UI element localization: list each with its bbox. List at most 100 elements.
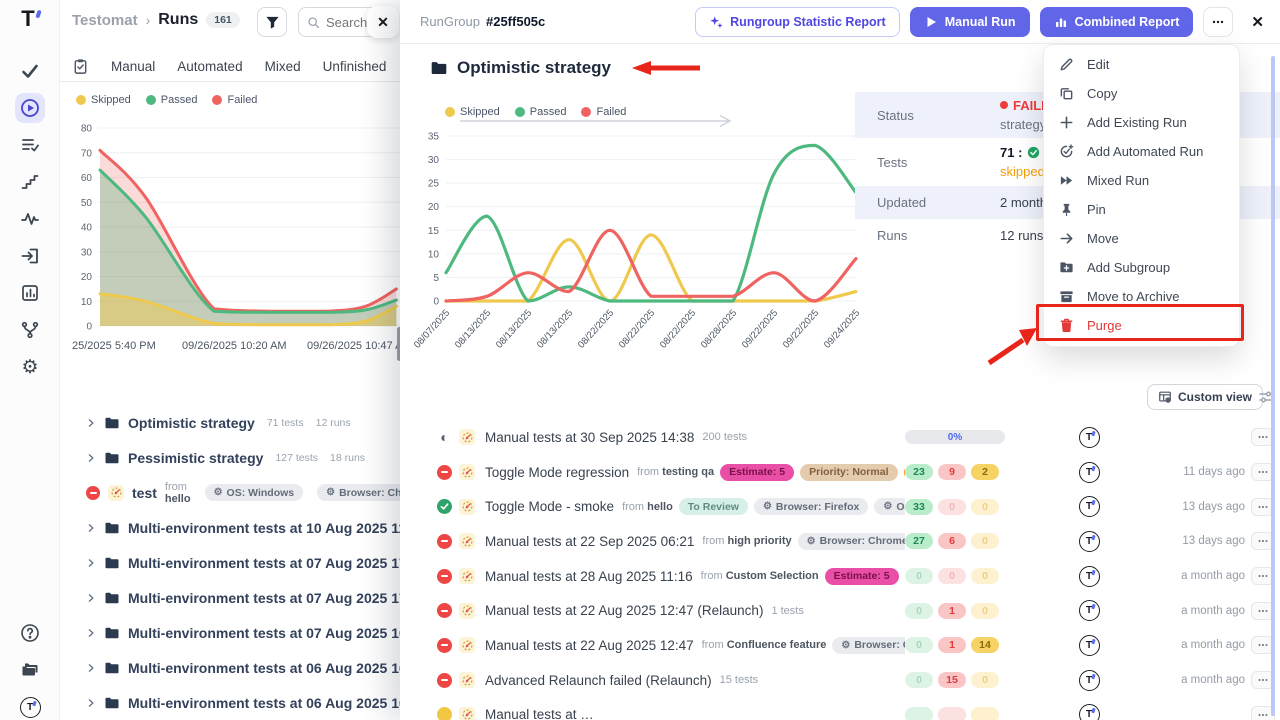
menu-item-add-subgroup[interactable]: Add Subgroup xyxy=(1044,253,1239,282)
rungroup-trend-chart: 0510152025303508/07/202508/13/202508/13/… xyxy=(408,126,868,358)
avatar[interactable]: T xyxy=(1079,427,1100,448)
filter-button[interactable] xyxy=(257,7,287,37)
manual-run-icon xyxy=(108,485,124,501)
chevron-right-icon[interactable] xyxy=(86,523,96,533)
run-title[interactable]: Manual tests at … xyxy=(485,707,594,720)
menu-item-add-automated-run[interactable]: Add Automated Run xyxy=(1044,137,1239,166)
menu-item-move[interactable]: Move xyxy=(1044,224,1239,253)
chevron-right-icon[interactable] xyxy=(86,593,96,603)
sidebar-item-help[interactable] xyxy=(15,618,45,648)
badge: Priority: Normal xyxy=(800,464,897,481)
group-name[interactable]: Multi-environment tests at 07 Aug 2025 1… xyxy=(128,625,427,641)
group-name[interactable]: Optimistic strategy xyxy=(128,415,255,431)
more-options-button[interactable] xyxy=(1203,7,1233,37)
run-row[interactable]: Advanced Relaunch failed (Relaunch)15 te… xyxy=(400,663,1280,698)
avatar[interactable]: T xyxy=(1079,531,1100,552)
tab-mixed[interactable]: Mixed xyxy=(265,59,301,74)
tab-automated[interactable]: Automated xyxy=(177,59,242,74)
run-title[interactable]: Toggle Mode - smoke xyxy=(485,499,614,514)
run-row[interactable]: Manual tests at 22 Aug 2025 12:47from Co… xyxy=(400,628,1280,663)
group-name[interactable]: Multi-environment tests at 07 Aug 2025 1… xyxy=(128,555,427,571)
menu-item-move-to-archive[interactable]: Move to Archive xyxy=(1044,282,1239,311)
run-group-row[interactable]: Optimistic strategy71 tests12 runs xyxy=(60,405,401,440)
copy-icon xyxy=(1059,86,1074,101)
run-row[interactable]: Manual tests at 22 Sep 2025 06:21from hi… xyxy=(400,524,1280,559)
combined-report-button[interactable]: Combined Report xyxy=(1040,7,1194,37)
sidebar-item-pulse[interactable] xyxy=(15,204,45,234)
chevron-right-icon[interactable] xyxy=(86,558,96,568)
menu-item-copy[interactable]: Copy xyxy=(1044,79,1239,108)
sidebar-item-plans[interactable] xyxy=(15,130,45,160)
group-name[interactable]: Pessimistic strategy xyxy=(128,450,263,466)
run-title[interactable]: Manual tests at 30 Sep 2025 14:38 xyxy=(485,430,694,445)
menu-item-edit[interactable]: Edit xyxy=(1044,50,1239,79)
run-title[interactable]: Manual tests at 22 Aug 2025 12:47 (Relau… xyxy=(485,603,763,618)
sidebar-item-branches[interactable] xyxy=(15,315,45,345)
run-group-row[interactable]: Multi-environment tests at 07 Aug 2025 1… xyxy=(60,580,401,615)
run-group-row[interactable]: Multi-environment tests at 07 Aug 2025 1… xyxy=(60,615,401,650)
run-row[interactable]: Toggle Mode regressionfrom testing qaEst… xyxy=(400,455,1280,490)
menu-item-add-existing-run[interactable]: Add Existing Run xyxy=(1044,108,1239,137)
sidebar-item-runs[interactable] xyxy=(15,93,45,123)
menu-item-purge[interactable]: Purge xyxy=(1044,311,1239,340)
avatar[interactable]: T xyxy=(1079,704,1100,720)
run-row[interactable]: ◐Manual tests at 30 Sep 2025 14:38200 te… xyxy=(400,420,1280,455)
avatar[interactable]: T xyxy=(1079,496,1100,517)
breadcrumb-project[interactable]: Testomat xyxy=(72,12,138,29)
run-row[interactable]: Manual tests at 22 Aug 2025 12:47 (Relau… xyxy=(400,593,1280,628)
avatar[interactable]: T xyxy=(1079,566,1100,587)
group-title-row: Optimistic strategy xyxy=(430,58,702,78)
tab-manual[interactable]: Manual xyxy=(111,59,155,74)
avatar[interactable]: T xyxy=(1079,462,1100,483)
folder-icon xyxy=(104,695,120,711)
custom-view-button[interactable]: Custom view xyxy=(1147,384,1263,410)
chevron-right-icon[interactable] xyxy=(86,418,96,428)
run-group-row[interactable]: Multi-environment tests at 10 Aug 2025 1… xyxy=(60,510,401,545)
rungroup-statistic-report-button[interactable]: Rungroup Statistic Report xyxy=(695,7,900,37)
run-row[interactable]: Toggle Mode - smokefrom helloTo Review⚙B… xyxy=(400,489,1280,524)
sidebar-item-settings[interactable]: ⚙ xyxy=(15,352,45,382)
group-title: Optimistic strategy xyxy=(457,58,611,78)
run-title[interactable]: Toggle Mode regression xyxy=(485,465,629,480)
app-root: T ⚙ T Testomat › Runs 161 ✕ ManualAutoma… xyxy=(0,0,1280,720)
run-row[interactable]: testfrom hello⚙OS: Windows⚙Browser: Chro… xyxy=(60,475,401,510)
manual-run-button[interactable]: Manual Run xyxy=(910,7,1030,37)
sidebar-item-milestones[interactable] xyxy=(15,167,45,197)
avatar[interactable]: T xyxy=(1079,670,1100,691)
avatar[interactable]: T xyxy=(1079,600,1100,621)
group-name[interactable]: Multi-environment tests at 10 Aug 2025 1… xyxy=(128,520,426,536)
run-name[interactable]: test xyxy=(132,485,157,501)
chevron-right-icon[interactable] xyxy=(86,698,96,708)
run-title[interactable]: Manual tests at 22 Sep 2025 06:21 xyxy=(485,534,694,549)
sidebar-item-projects[interactable] xyxy=(15,655,45,685)
chevron-right-icon[interactable] xyxy=(86,628,96,638)
chevron-right-icon[interactable] xyxy=(86,663,96,673)
menu-item-mixed-run[interactable]: Mixed Run xyxy=(1044,166,1239,195)
menu-item-pin[interactable]: Pin xyxy=(1044,195,1239,224)
run-title[interactable]: Manual tests at 22 Aug 2025 12:47 xyxy=(485,638,694,653)
run-group-row[interactable]: Pessimistic strategy127 tests18 runs xyxy=(60,440,401,475)
group-name[interactable]: Multi-environment tests at 06 Aug 2025 1… xyxy=(128,695,427,711)
sidebar-item-analytics[interactable] xyxy=(15,278,45,308)
run-row[interactable]: Manual tests at … T xyxy=(400,698,1280,720)
testomat-logo-icon[interactable]: T xyxy=(0,6,60,32)
search-clear-button[interactable]: ✕ xyxy=(367,6,399,38)
sidebar-item-tests[interactable] xyxy=(15,56,45,86)
failed-dot-icon xyxy=(1000,101,1008,109)
group-name[interactable]: Multi-environment tests at 06 Aug 2025 1… xyxy=(128,660,427,676)
sidebar-item-import[interactable] xyxy=(15,241,45,271)
group-name[interactable]: Multi-environment tests at 07 Aug 2025 1… xyxy=(128,590,427,606)
avatar[interactable]: T xyxy=(1079,635,1100,656)
chevron-right-icon[interactable] xyxy=(86,453,96,463)
run-group-row[interactable]: Multi-environment tests at 06 Aug 2025 1… xyxy=(60,685,401,720)
run-title[interactable]: Manual tests at 28 Aug 2025 11:16 xyxy=(485,569,693,584)
sidebar-item-account[interactable]: T xyxy=(15,692,45,720)
run-group-row[interactable]: Multi-environment tests at 07 Aug 2025 1… xyxy=(60,545,401,580)
panel-scrollbar-thumb[interactable] xyxy=(1271,56,1275,716)
run-title[interactable]: Advanced Relaunch failed (Relaunch) xyxy=(485,673,712,688)
tab-unfinished[interactable]: Unfinished xyxy=(323,59,387,74)
run-row[interactable]: Manual tests at 28 Aug 2025 11:16from Cu… xyxy=(400,559,1280,594)
rungroup-context-menu: EditCopyAdd Existing RunAdd Automated Ru… xyxy=(1043,44,1240,347)
run-group-row[interactable]: Multi-environment tests at 06 Aug 2025 1… xyxy=(60,650,401,685)
close-panel-button[interactable]: ✕ xyxy=(1251,13,1264,31)
